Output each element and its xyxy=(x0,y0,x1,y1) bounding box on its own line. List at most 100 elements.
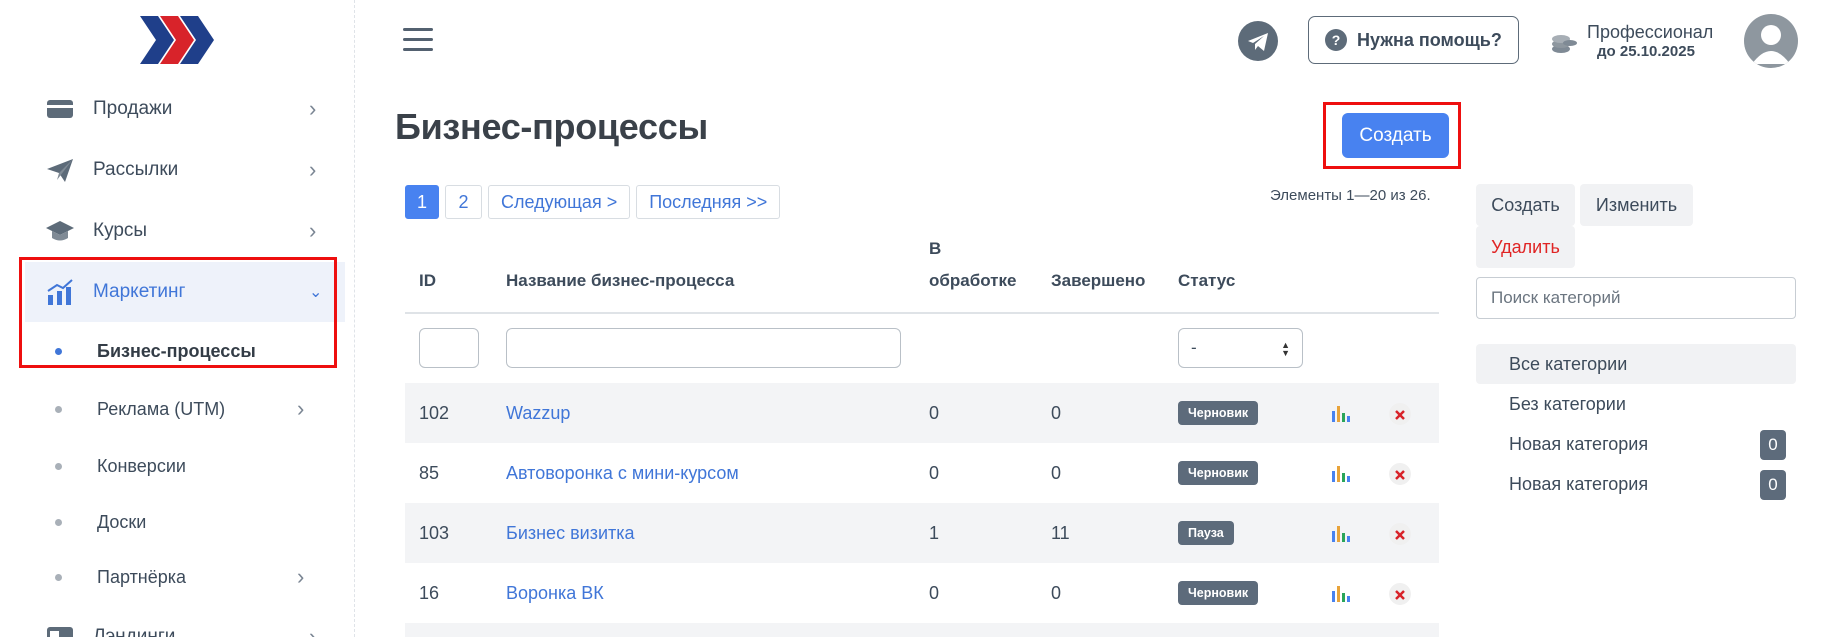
sidebar-subitem-label: Реклама (UTM) xyxy=(97,398,226,419)
column-header-status[interactable]: Статус xyxy=(1178,271,1235,291)
delete-icon[interactable] xyxy=(1389,463,1411,485)
id-filter-input[interactable] xyxy=(419,328,479,368)
column-header-processing-line2[interactable]: обработке xyxy=(929,271,1016,291)
status-badge: Пауза xyxy=(1178,521,1234,545)
category-item[interactable]: Новая категория 0 xyxy=(1476,464,1796,504)
category-delete-button[interactable]: Удалить xyxy=(1476,226,1575,268)
next-page-button[interactable]: Следующая > xyxy=(488,185,631,219)
help-label: Нужна помощь? xyxy=(1357,29,1502,50)
category-create-button[interactable]: Создать xyxy=(1476,184,1575,226)
sidebar-subitem-label: Конверсии xyxy=(97,455,186,476)
delete-icon[interactable] xyxy=(1389,403,1411,425)
last-page-button[interactable]: Последняя >> xyxy=(636,185,781,219)
plan-info[interactable]: Профессионал до 25.10.2025 xyxy=(1549,22,1719,62)
category-label: Новая категория xyxy=(1509,473,1649,494)
name-filter-input[interactable] xyxy=(506,328,901,368)
stats-chart-icon[interactable] xyxy=(1331,583,1351,603)
status-filter-value: - xyxy=(1191,338,1197,357)
row-name-link[interactable]: Воронка ВК xyxy=(506,563,604,623)
category-item[interactable]: Новая категория 0 xyxy=(1476,424,1796,464)
chevron-right-icon: › xyxy=(309,157,317,182)
row-processing: 0 xyxy=(929,402,940,423)
plan-name: Профессионал xyxy=(1587,22,1714,42)
stats-chart-icon[interactable] xyxy=(1331,403,1351,423)
bullet-icon xyxy=(55,518,62,526)
category-label: Без категории xyxy=(1509,393,1626,414)
column-header-id[interactable]: ID xyxy=(419,271,436,291)
table-header-divider xyxy=(405,312,1439,314)
category-item[interactable]: Без категории xyxy=(1476,384,1796,424)
category-item[interactable]: Все категории xyxy=(1476,344,1796,384)
page-title: Бизнес-процессы xyxy=(395,106,708,147)
avatar[interactable] xyxy=(1744,14,1798,68)
row-id: 16 xyxy=(419,582,440,603)
category-label: Новая категория xyxy=(1509,433,1649,454)
plan-until: до 25.10.2025 xyxy=(1597,43,1695,60)
landing-icon xyxy=(47,627,73,637)
menu-icon[interactable] xyxy=(403,28,433,52)
sidebar-subitem-boards[interactable]: Доски xyxy=(25,496,345,548)
row-processing: 0 xyxy=(929,462,940,483)
delete-icon[interactable] xyxy=(1389,583,1411,605)
row-id: 85 xyxy=(419,462,440,483)
sidebar-item-label: Лэндинги xyxy=(93,626,176,637)
status-badge: Черновик xyxy=(1178,401,1259,425)
table-row: 85 Автоворонка с мини-курсом 0 0 Чернови… xyxy=(405,443,1439,503)
category-edit-button[interactable]: Изменить xyxy=(1580,184,1693,226)
items-info: Элементы 1—20 из 26. xyxy=(1270,187,1431,204)
bullet-icon xyxy=(55,573,62,581)
graduation-cap-icon xyxy=(46,221,74,241)
sidebar-item-sales[interactable]: Продажи › xyxy=(25,79,345,139)
category-search-input[interactable]: Поиск категорий xyxy=(1476,277,1796,319)
column-header-name[interactable]: Название бизнес-процесса xyxy=(506,271,734,291)
chevron-right-icon: › xyxy=(309,624,317,637)
row-name-link[interactable]: Бизнес визитка xyxy=(506,503,635,563)
logo[interactable] xyxy=(140,16,220,64)
chevron-right-icon: › xyxy=(309,218,317,243)
sidebar-subitem-utm[interactable]: Реклама (UTM) › xyxy=(25,383,345,435)
table-row: 103 Бизнес визитка 1 11 Пауза xyxy=(405,503,1439,563)
bullet-icon xyxy=(55,462,62,470)
status-filter-select[interactable]: - ▲ ▼ xyxy=(1178,328,1303,368)
sidebar-item-label: Рассылки xyxy=(93,159,179,180)
stats-chart-icon[interactable] xyxy=(1331,523,1351,543)
status-badge: Черновик xyxy=(1178,581,1259,605)
chevron-right-icon: › xyxy=(297,396,305,421)
select-arrows-icon: ▲ ▼ xyxy=(1281,340,1290,358)
row-done: 0 xyxy=(1051,462,1062,483)
coins-icon xyxy=(1552,35,1577,53)
help-button[interactable]: ? Нужна помощь? xyxy=(1308,16,1519,64)
row-processing: 0 xyxy=(929,582,940,603)
stats-chart-icon[interactable] xyxy=(1331,463,1351,483)
sidebar-subitem-conversions[interactable]: Конверсии xyxy=(25,440,345,492)
category-count-badge: 0 xyxy=(1760,470,1786,500)
paper-plane-icon xyxy=(47,159,73,182)
bullet-icon xyxy=(55,405,62,413)
page-2-button[interactable]: 2 xyxy=(445,185,482,219)
sidebar-item-mailings[interactable]: Рассылки › xyxy=(25,140,345,200)
row-done: 0 xyxy=(1051,402,1062,423)
chevron-right-icon: › xyxy=(309,96,317,121)
row-id: 102 xyxy=(419,402,450,423)
table-row: 16 Воронка ВК 0 0 Черновик xyxy=(405,563,1439,623)
sidebar-subitem-label: Партнёрка xyxy=(97,566,187,587)
sidebar-item-label: Курсы xyxy=(93,220,148,241)
table-row xyxy=(405,623,1439,637)
row-processing: 1 xyxy=(929,522,940,543)
sidebar-item-courses[interactable]: Курсы › xyxy=(25,201,345,261)
row-name-link[interactable]: Wazzup xyxy=(506,383,570,443)
status-badge: Черновик xyxy=(1178,461,1259,485)
highlight-box xyxy=(19,257,337,368)
telegram-icon[interactable] xyxy=(1238,21,1278,61)
delete-icon[interactable] xyxy=(1389,523,1411,545)
column-header-done[interactable]: Завершено xyxy=(1051,271,1145,291)
sidebar-item-landings[interactable]: Лэндинги › xyxy=(25,607,345,637)
row-name-link[interactable]: Автоворонка с мини-курсом xyxy=(506,443,739,503)
sidebar-subitem-label: Доски xyxy=(97,511,147,532)
sidebar-subitem-partners[interactable]: Партнёрка › xyxy=(25,551,345,603)
page-1-button[interactable]: 1 xyxy=(405,185,439,219)
column-header-processing-line1[interactable]: В xyxy=(929,239,941,259)
question-icon: ? xyxy=(1325,29,1347,51)
category-count-badge: 0 xyxy=(1760,430,1786,460)
create-button[interactable]: Создать xyxy=(1342,113,1449,158)
